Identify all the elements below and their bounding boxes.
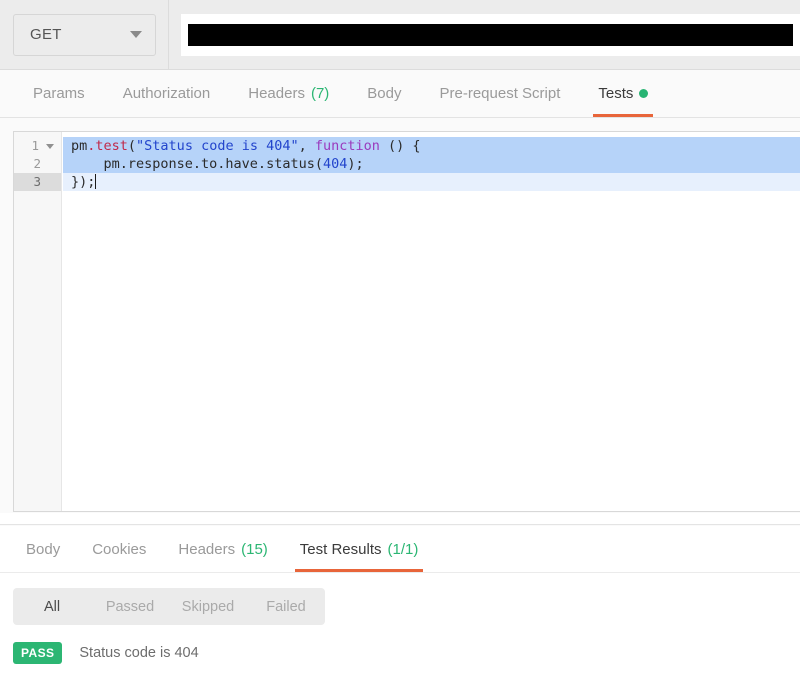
filter-failed[interactable]: Failed <box>247 588 325 625</box>
filter-skipped[interactable]: Skipped <box>169 588 247 625</box>
tab-response-body-label: Body <box>26 540 61 558</box>
tab-response-headers-label: Headers <box>178 540 236 558</box>
url-input-wrapper[interactable] <box>181 13 800 56</box>
code-token: () { <box>379 138 421 154</box>
tab-headers-label: Headers <box>248 85 305 102</box>
code-token: function <box>314 138 380 154</box>
test-result-row: PASS Status code is 404 <box>13 642 800 664</box>
panel-splitter-handle[interactable] <box>0 513 800 525</box>
tab-response-cookies[interactable]: Cookies <box>76 526 162 572</box>
tab-pre-request-script[interactable]: Pre-request Script <box>421 70 580 117</box>
request-url-bar: GET <box>0 0 800 70</box>
http-method-label: GET <box>30 26 62 43</box>
gutter-row[interactable]: 2 <box>14 155 61 173</box>
editor-line-number-gutter: 1 2 3 <box>14 132 62 511</box>
request-tab-bar: Params Authorization Headers (7) Body Pr… <box>0 70 800 118</box>
code-token: "Status code is 404" <box>136 138 299 154</box>
chevron-down-icon <box>130 31 142 38</box>
gutter-row[interactable]: 3 <box>14 173 61 191</box>
line-number: 1 <box>31 138 39 153</box>
tab-tests-label: Tests <box>598 85 634 102</box>
tab-response-cookies-label: Cookies <box>92 540 147 558</box>
filter-all-label: All <box>43 598 61 615</box>
url-input[interactable] <box>188 23 793 46</box>
tab-response-body[interactable]: Body <box>10 526 76 572</box>
code-token: pm.response.to.have.status <box>71 156 315 172</box>
code-token: 404 <box>322 156 348 172</box>
gutter-row[interactable]: 1 <box>14 137 61 155</box>
code-token: , <box>298 138 315 154</box>
code-token: ( <box>127 138 137 154</box>
filter-skipped-label: Skipped <box>181 598 235 615</box>
tab-headers-count: (7) <box>310 85 330 102</box>
editor-code-area[interactable]: pm.test("Status code is 404", function (… <box>63 132 800 511</box>
tab-authorization-label: Authorization <box>122 85 211 102</box>
code-line[interactable]: }); <box>63 173 800 191</box>
vertical-divider <box>168 0 169 70</box>
tab-body[interactable]: Body <box>348 70 420 117</box>
editor-body: 1 2 3 pm.test("Status code is 404", func… <box>14 132 800 511</box>
line-number: 3 <box>33 174 41 189</box>
line-number: 2 <box>33 156 41 171</box>
filter-failed-label: Failed <box>266 598 306 615</box>
tab-test-results-count: (1/1) <box>387 540 419 558</box>
tab-headers[interactable]: Headers (7) <box>229 70 348 117</box>
code-token: ( <box>314 156 323 172</box>
tab-pre-request-script-label: Pre-request Script <box>439 85 561 102</box>
tab-test-results[interactable]: Test Results (1/1) <box>284 526 435 572</box>
text-cursor <box>95 174 97 189</box>
response-pane: Body Cookies Headers (15) Test Results (… <box>0 526 800 700</box>
http-method-dropdown[interactable]: GET <box>13 13 156 56</box>
tests-code-editor[interactable]: 1 2 3 pm.test("Status code is 404", func… <box>13 131 800 512</box>
tab-tests[interactable]: Tests <box>579 70 667 117</box>
code-fold-arrow-icon[interactable] <box>46 143 54 149</box>
tab-params-label: Params <box>33 85 85 102</box>
tab-body-label: Body <box>367 85 402 102</box>
code-token: pm <box>71 138 88 154</box>
tab-response-headers-count: (15) <box>241 540 268 558</box>
code-token: }); <box>71 174 96 190</box>
tab-response-headers[interactable]: Headers (15) <box>162 526 283 572</box>
test-result-filter-group: All Passed Skipped Failed <box>13 588 325 625</box>
code-token: .test <box>87 138 128 154</box>
response-tab-bar: Body Cookies Headers (15) Test Results (… <box>0 526 800 573</box>
tab-params[interactable]: Params <box>14 70 104 117</box>
tests-has-content-dot-icon <box>639 89 649 98</box>
filter-passed[interactable]: Passed <box>91 588 169 625</box>
test-result-name: Status code is 404 <box>79 645 199 661</box>
code-line[interactable]: pm.test("Status code is 404", function (… <box>63 137 800 155</box>
tab-test-results-label: Test Results <box>299 540 382 558</box>
filter-passed-label: Passed <box>105 598 155 615</box>
filter-all[interactable]: All <box>13 588 91 625</box>
code-token: ); <box>347 156 364 172</box>
code-line[interactable]: pm.response.to.have.status(404); <box>63 155 800 173</box>
tab-authorization[interactable]: Authorization <box>104 70 230 117</box>
status-badge: PASS <box>13 642 63 664</box>
